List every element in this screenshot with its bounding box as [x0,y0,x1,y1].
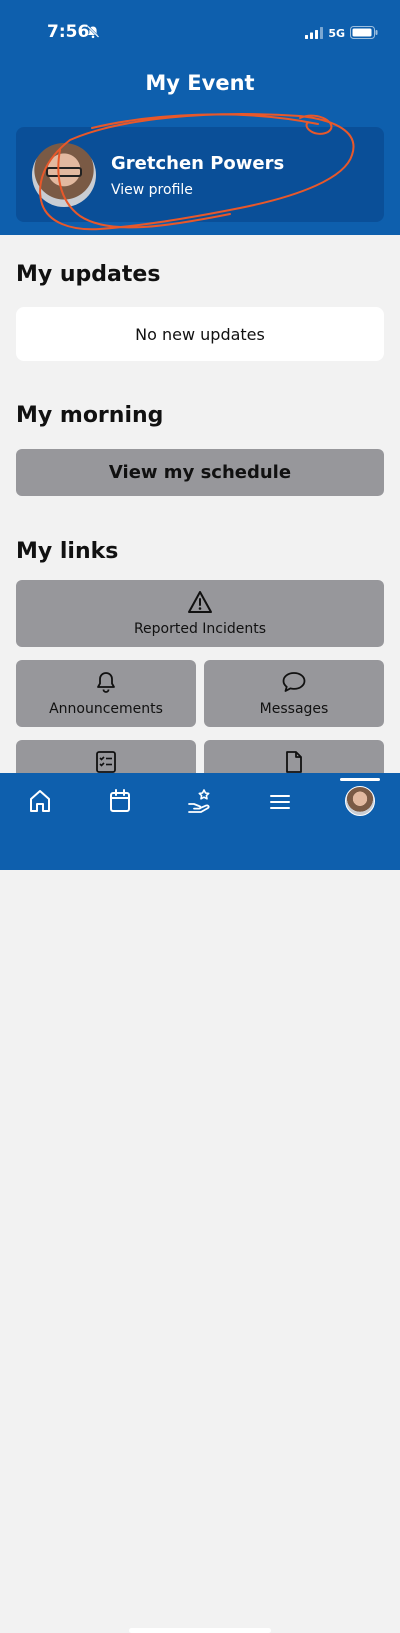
link-reported-incidents[interactable]: Reported Incidents [16,580,384,647]
battery-icon [350,24,378,43]
status-time: 7:56 [47,22,90,42]
profile-name: Gretchen Powers [111,153,285,174]
page-title: My Event [145,71,255,95]
view-profile-link[interactable]: View profile [111,182,193,198]
link-label: Reported Incidents [133,621,267,637]
chat-bubble-icon [281,670,307,698]
network-type: 5G [328,27,345,40]
signal-icon [305,24,324,43]
link-announcements[interactable]: Announcements [16,660,196,727]
bell-icon [94,670,118,698]
link-label: Messages [259,701,329,717]
profile-avatar-tab[interactable] [345,786,375,816]
avatar-glasses [46,167,82,177]
nav-active-indicator [340,778,380,781]
section-title-morning: My morning [16,403,164,428]
link-label: Announcements [49,701,163,717]
calendar-icon[interactable] [108,787,132,819]
bell-muted-icon [86,24,100,43]
avatar [32,143,96,207]
hand-star-icon[interactable] [186,787,214,819]
warning-icon [187,590,213,618]
profile-card[interactable]: Gretchen Powers View profile [16,127,384,222]
link-messages[interactable]: Messages [204,660,384,727]
home-icon[interactable] [28,787,52,819]
menu-icon[interactable] [268,787,292,819]
bottom-nav [0,773,400,1633]
view-schedule-button[interactable]: View my schedule [16,449,384,496]
view-schedule-label: View my schedule [108,462,292,483]
app-header: 7:56 5G My Event Gretchen Powers View pr… [0,0,400,235]
home-indicator [129,1628,271,1633]
status-indicators: 5G [305,24,378,43]
section-title-links: My links [16,539,119,564]
updates-empty-message: No new updates [135,324,265,344]
updates-card: No new updates [16,307,384,361]
section-title-updates: My updates [16,262,161,287]
